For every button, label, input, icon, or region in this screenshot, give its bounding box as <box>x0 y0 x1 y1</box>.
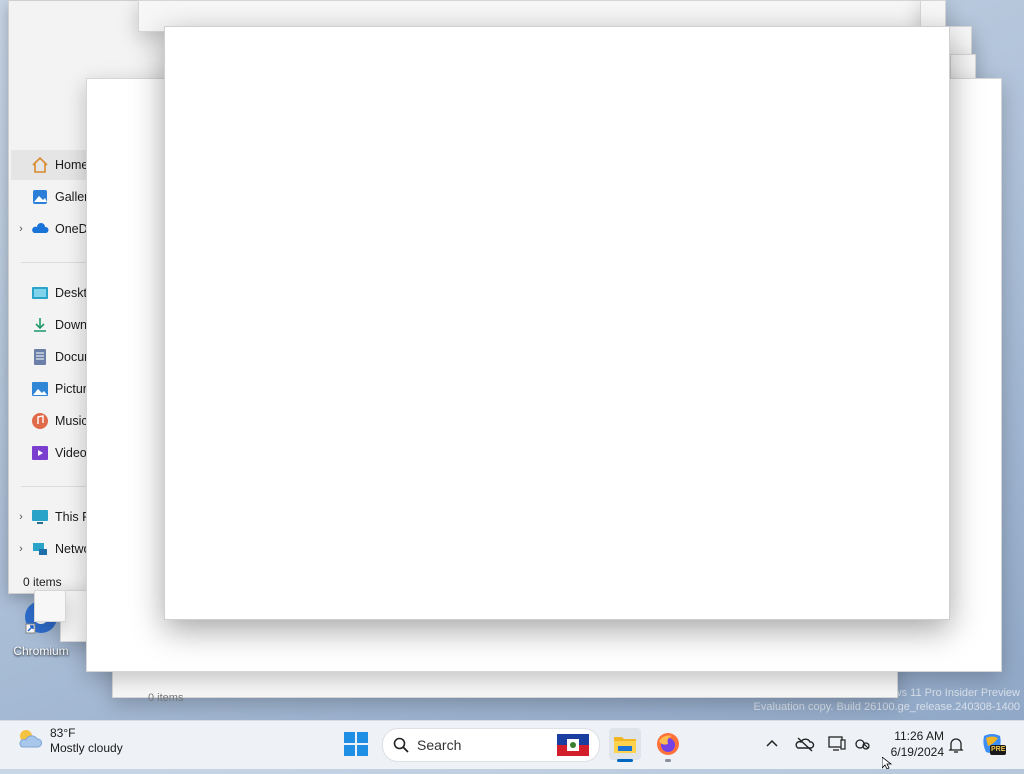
windows-logo-icon <box>344 732 368 756</box>
mouse-cursor-icon <box>881 756 893 774</box>
onedrive-offline-icon[interactable] <box>795 736 815 755</box>
copilot-badge: PRE <box>991 746 1006 753</box>
search-icon <box>393 737 409 753</box>
active-blank-window[interactable] <box>164 26 950 620</box>
gallery-icon <box>31 188 49 206</box>
onedrive-icon <box>31 220 49 238</box>
start-button[interactable] <box>344 732 368 756</box>
taskbar-firefox[interactable] <box>652 728 684 760</box>
settings-sync-icon[interactable] <box>854 736 872 755</box>
this-pc-icon <box>31 508 49 526</box>
running-indicator <box>665 759 671 762</box>
sidebar-item-label: Home <box>55 158 89 172</box>
weather-widget[interactable]: 83°F Mostly cloudy <box>16 726 123 756</box>
active-indicator <box>617 759 633 762</box>
watermark-line-2: Evaluation copy. Build 26100.ge_release.… <box>753 701 1020 713</box>
firefox-icon <box>657 733 679 755</box>
taskbar-file-explorer[interactable] <box>609 728 641 760</box>
weather-temp: 83°F <box>50 726 76 740</box>
sidebar-item-label: Music <box>55 414 88 428</box>
chevron-right-icon[interactable]: › <box>11 511 31 523</box>
chevron-right-icon[interactable]: › <box>11 223 31 235</box>
clock-time: 11:26 AM <box>894 729 944 743</box>
videos-icon <box>31 444 49 462</box>
search-highlight-icon <box>557 734 589 756</box>
file-explorer-icon <box>614 737 636 753</box>
desktop-folder-icon <box>31 284 49 302</box>
home-icon <box>31 156 49 174</box>
pictures-icon <box>31 380 49 398</box>
device-icon[interactable] <box>828 736 846 755</box>
chevron-up-icon[interactable] <box>765 736 779 753</box>
weather-condition: Mostly cloudy <box>50 741 123 755</box>
network-icon <box>31 540 49 558</box>
status-bar-item-count: 0 items <box>23 575 62 589</box>
ghost-status-item-count: 0 items <box>148 692 184 704</box>
ghost-window-edge <box>34 590 66 622</box>
documents-icon <box>31 348 49 366</box>
music-icon <box>31 412 49 430</box>
desktop-icon-label: Chromium <box>13 644 69 658</box>
chevron-right-icon[interactable]: › <box>11 543 31 555</box>
downloads-icon <box>31 316 49 334</box>
cloud-sun-icon <box>16 727 44 756</box>
search-placeholder: Search <box>417 737 462 753</box>
ghost-window-edge <box>920 0 946 28</box>
taskbar-search-box[interactable]: Search <box>382 728 600 762</box>
copilot-button[interactable]: PRE <box>980 732 1006 761</box>
notification-bell-icon[interactable] <box>948 736 964 757</box>
